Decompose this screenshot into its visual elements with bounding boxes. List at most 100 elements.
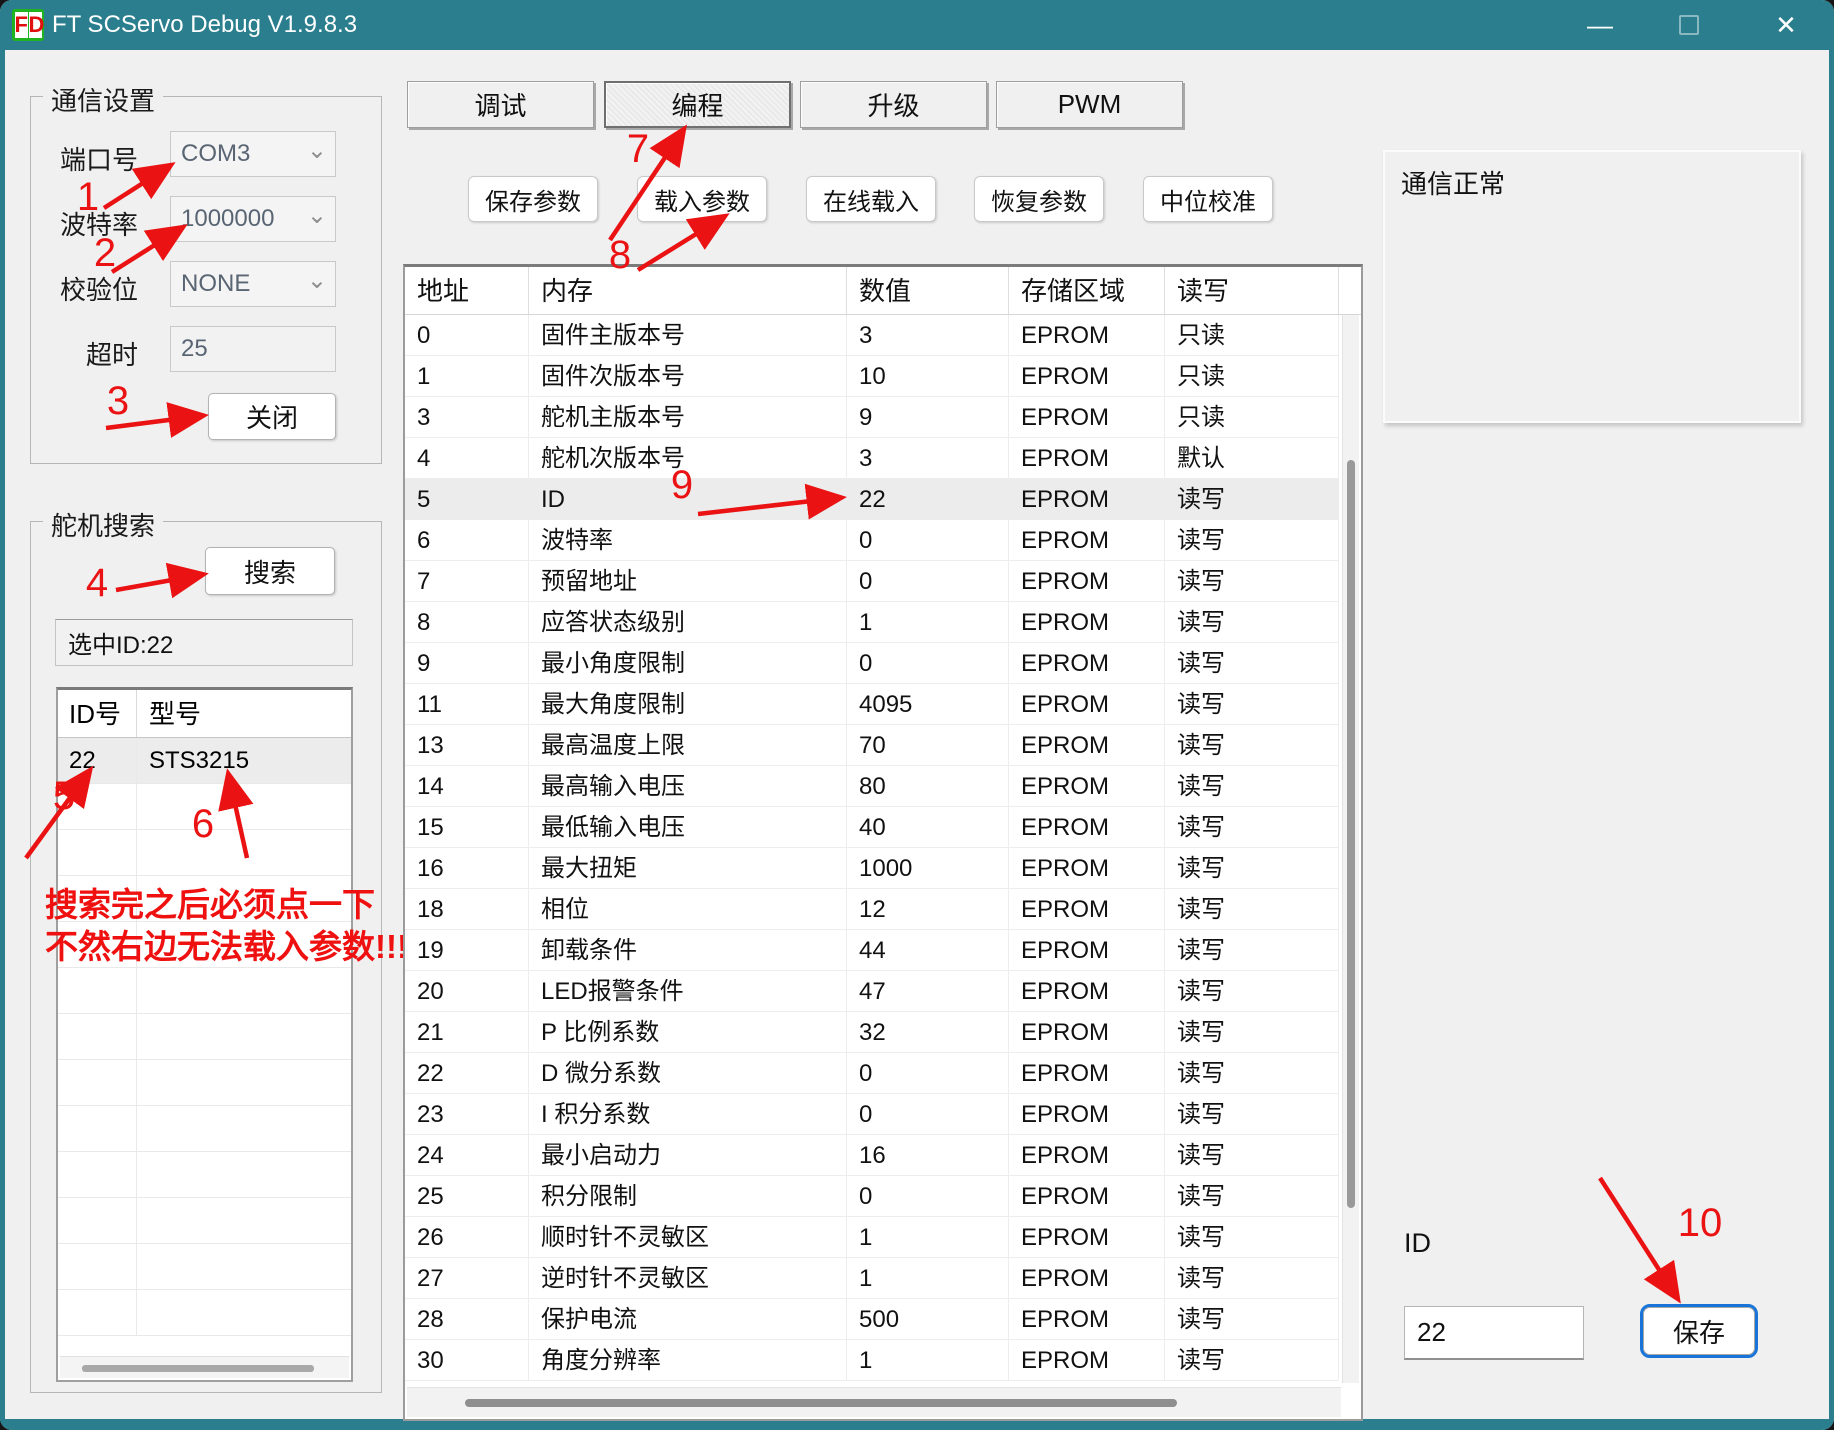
table-row[interactable]: 28保护电流500EPROM读写 — [405, 1299, 1339, 1340]
table-cell: 读写 — [1165, 479, 1339, 519]
tab-3[interactable]: 升级 — [800, 81, 987, 128]
minimize-button[interactable]: — — [1568, 0, 1632, 50]
table-cell: EPROM — [1009, 766, 1165, 806]
status-text: 通信正常 — [1401, 169, 1505, 199]
table-row[interactable]: 16最大扭矩1000EPROM读写 — [405, 848, 1339, 889]
table-cell: 80 — [847, 766, 1009, 806]
param-button-1[interactable]: 保存参数 — [468, 176, 598, 222]
table-row[interactable]: 30角度分辨率1EPROM读写 — [405, 1340, 1339, 1381]
maximize-button[interactable] — [1657, 0, 1721, 50]
table-cell: 40 — [847, 807, 1009, 847]
servo-list-hscrollbar[interactable] — [60, 1356, 349, 1378]
baudrate-label: 波特率 — [38, 205, 138, 242]
table-cell: 0 — [847, 643, 1009, 683]
table-cell: 应答状态级别 — [529, 602, 847, 642]
table-cell: 20 — [405, 971, 529, 1011]
table-cell: EPROM — [1009, 520, 1165, 560]
id-input[interactable]: 22 — [1404, 1306, 1584, 1360]
table-cell: 舵机主版本号 — [529, 397, 847, 437]
table-row[interactable]: 11最大角度限制4095EPROM读写 — [405, 684, 1339, 725]
table-row[interactable]: 15最低输入电压40EPROM读写 — [405, 807, 1339, 848]
port-value: COM3 — [181, 140, 250, 168]
table-row[interactable]: 27逆时针不灵敏区1EPROM读写 — [405, 1258, 1339, 1299]
table-cell: 16 — [847, 1135, 1009, 1175]
table-cell: 8 — [405, 602, 529, 642]
baudrate-select[interactable]: 1000000 ⌄ — [170, 196, 336, 242]
table-row[interactable]: 3舵机主版本号9EPROM只读 — [405, 397, 1339, 438]
table-cell: EPROM — [1009, 1176, 1165, 1216]
table-row[interactable]: 5ID22EPROM读写 — [405, 479, 1339, 520]
table-row[interactable]: 18相位12EPROM读写 — [405, 889, 1339, 930]
table-cell: EPROM — [1009, 356, 1165, 396]
table-row[interactable]: 19卸载条件44EPROM读写 — [405, 930, 1339, 971]
table-cell: 最小启动力 — [529, 1135, 847, 1175]
table-row[interactable]: 0固件主版本号3EPROM只读 — [405, 315, 1339, 356]
table-cell: EPROM — [1009, 930, 1165, 970]
table-cell: LED报警条件 — [529, 971, 847, 1011]
table-row[interactable]: 6波特率0EPROM读写 — [405, 520, 1339, 561]
table-cell: EPROM — [1009, 315, 1165, 355]
param-button-2[interactable]: 载入参数 — [637, 176, 767, 222]
table-row[interactable]: 25积分限制0EPROM读写 — [405, 1176, 1339, 1217]
table-cell: EPROM — [1009, 684, 1165, 724]
close-button[interactable]: ✕ — [1754, 0, 1818, 50]
table-row[interactable]: 1固件次版本号10EPROM只读 — [405, 356, 1339, 397]
table-cell: EPROM — [1009, 1053, 1165, 1093]
table-cell: 最小角度限制 — [529, 643, 847, 683]
table-cell: 22 — [405, 1053, 529, 1093]
param-button-4[interactable]: 恢复参数 — [974, 176, 1104, 222]
table-row[interactable]: 24最小启动力16EPROM读写 — [405, 1135, 1339, 1176]
id-label: ID — [1404, 1228, 1431, 1259]
table-cell: 9 — [847, 397, 1009, 437]
table-row[interactable]: 21P 比例系数32EPROM读写 — [405, 1012, 1339, 1053]
table-row[interactable]: 26顺时针不灵敏区1EPROM读写 — [405, 1217, 1339, 1258]
parity-select[interactable]: NONE ⌄ — [170, 261, 336, 307]
servo-list: ID号 型号 22 STS3215 — [56, 687, 353, 1382]
search-button[interactable]: 搜索 — [205, 547, 335, 595]
tab-1[interactable]: 调试 — [407, 81, 594, 128]
timeout-input[interactable]: 25 — [170, 326, 336, 372]
table-row[interactable]: 8应答状态级别1EPROM读写 — [405, 602, 1339, 643]
table-row[interactable]: 14最高输入电压80EPROM读写 — [405, 766, 1339, 807]
table-row[interactable]: 7预留地址0EPROM读写 — [405, 561, 1339, 602]
servo-list-empty-row — [58, 1106, 351, 1152]
table-cell: EPROM — [1009, 725, 1165, 765]
table-row[interactable]: 22D 微分系数0EPROM读写 — [405, 1053, 1339, 1094]
table-cell: 最大角度限制 — [529, 684, 847, 724]
table-cell: 读写 — [1165, 1012, 1339, 1052]
table-row[interactable]: 20LED报警条件47EPROM读写 — [405, 971, 1339, 1012]
port-select[interactable]: COM3 ⌄ — [170, 131, 336, 177]
servo-list-row[interactable]: 22 STS3215 — [58, 738, 351, 784]
servo-id-cell: 22 — [58, 738, 137, 783]
table-cell: 0 — [847, 561, 1009, 601]
memory-table-header: 地址内存数值存储区域读写 — [405, 267, 1361, 315]
tab-4[interactable]: PWM — [996, 81, 1183, 128]
save-button[interactable]: 保存 — [1640, 1304, 1758, 1358]
annotation-number-10: 10 — [1678, 1201, 1723, 1245]
table-row[interactable]: 13最高温度上限70EPROM读写 — [405, 725, 1339, 766]
timeout-label: 超时 — [38, 335, 138, 372]
servo-list-header-model: 型号 — [137, 690, 201, 737]
tab-2[interactable]: 编程 — [604, 81, 791, 128]
param-button-5[interactable]: 中位校准 — [1143, 176, 1273, 222]
table-cell: 卸载条件 — [529, 930, 847, 970]
table-row[interactable]: 4舵机次版本号3EPROM默认 — [405, 438, 1339, 479]
table-cell: 0 — [847, 520, 1009, 560]
scrollbar-thumb[interactable] — [465, 1399, 1177, 1407]
scrollbar-thumb[interactable] — [82, 1365, 314, 1372]
table-row[interactable]: 9最小角度限制0EPROM读写 — [405, 643, 1339, 684]
table-cell: 15 — [405, 807, 529, 847]
window-edge-right — [1829, 50, 1834, 1430]
maximize-icon — [1679, 15, 1699, 35]
table-cell: 30 — [405, 1340, 529, 1380]
close-port-button[interactable]: 关闭 — [208, 393, 336, 440]
param-button-3[interactable]: 在线载入 — [806, 176, 936, 222]
memory-table-hscrollbar[interactable] — [407, 1387, 1341, 1417]
table-cell: I 积分系数 — [529, 1094, 847, 1134]
table-cell: EPROM — [1009, 1299, 1165, 1339]
servo-list-empty-row — [58, 1060, 351, 1106]
memory-table-vscrollbar[interactable] — [1342, 315, 1359, 1383]
scrollbar-thumb[interactable] — [1347, 460, 1355, 1208]
table-row[interactable]: 23I 积分系数0EPROM读写 — [405, 1094, 1339, 1135]
table-cell: EPROM — [1009, 438, 1165, 478]
